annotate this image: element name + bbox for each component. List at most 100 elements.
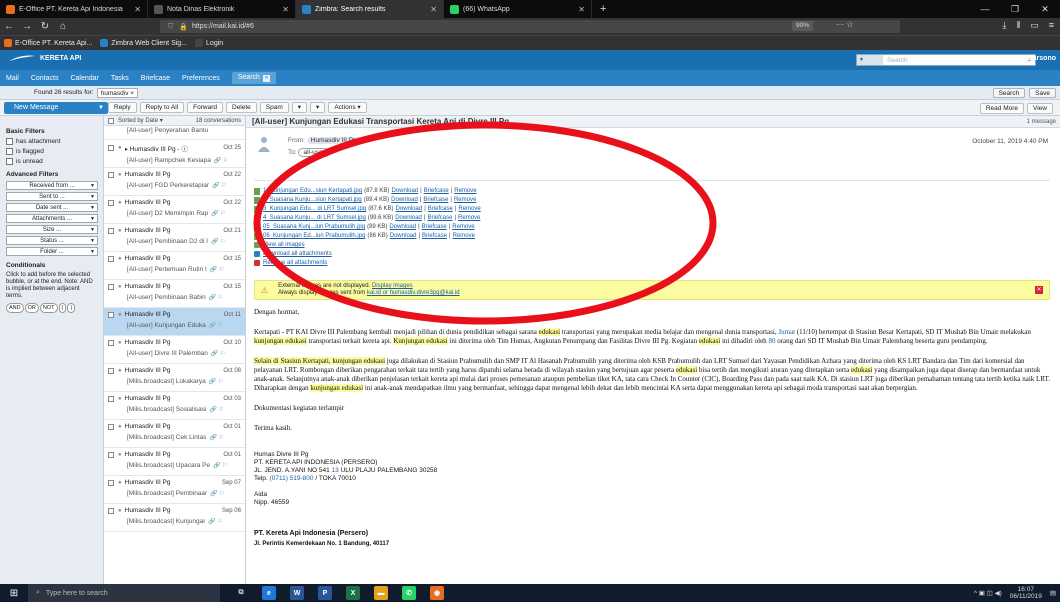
conditional-op-button[interactable]: )	[67, 303, 76, 313]
checkbox[interactable]	[108, 145, 114, 151]
attachment-flag-icon[interactable]: 🔗 ⚐	[209, 406, 224, 413]
toolbar-button[interactable]: ▾	[310, 102, 326, 113]
menu-icon[interactable]: ≡	[1049, 20, 1054, 31]
save-search-button[interactable]: Save	[1029, 87, 1056, 98]
sort-dropdown[interactable]: Sorted by Date ▾	[118, 117, 163, 124]
maximize-icon[interactable]: ❐	[1000, 0, 1030, 18]
search-scope-select[interactable]: ▾	[857, 55, 883, 65]
toolbar-button[interactable]: ▾	[291, 102, 308, 113]
task-view-icon[interactable]: ⧉	[234, 586, 248, 600]
taskbar-search[interactable]: ⌕ Type here to search	[28, 584, 220, 602]
checkbox[interactable]	[108, 423, 114, 430]
select-all-checkbox[interactable]	[108, 117, 114, 124]
zoom-level[interactable]: 90%	[792, 21, 814, 31]
list-item[interactable]: [All-user] Penyerahan Bantu	[104, 126, 245, 140]
list-item[interactable]: ● Humasdiv III Pg Oct 22 [All-user] FGD Per…	[104, 168, 245, 196]
attachment-flag-icon[interactable]: 🔗 ⚐	[208, 518, 223, 525]
search-input[interactable]: Search	[887, 57, 1028, 64]
attachment-flag-icon[interactable]: 🔗 ⚐	[209, 378, 224, 385]
back-icon[interactable]: ←	[0, 21, 18, 32]
attachment-remove-link[interactable]: Remove	[454, 188, 476, 194]
advanced-filter-dropdown[interactable]: Date sent ... ▼	[6, 203, 98, 212]
zimbra-search-box[interactable]: ▾ Search ⌕	[856, 54, 1036, 66]
attachment-flag-icon[interactable]: 🔗 ⚐	[213, 462, 228, 469]
advanced-filter-dropdown[interactable]: Size ... ▼	[6, 225, 98, 234]
checkbox[interactable]	[108, 339, 114, 346]
tab-preferences[interactable]: Preferences	[182, 75, 220, 82]
checkbox[interactable]	[108, 227, 114, 234]
attachment-flag-icon[interactable]: 🔗 ⚐	[209, 322, 224, 329]
attachment-briefcase-link[interactable]: Briefcase	[424, 188, 449, 194]
attachment-name[interactable]: 1_Kunjungan Edu...siun Kertapati.jpg	[263, 188, 362, 194]
taskbar-app-icon[interactable]: e	[262, 586, 276, 600]
attachment-briefcase-link[interactable]: Briefcase	[422, 224, 447, 230]
always-display-link[interactable]: kai.id or humasdiv.divre3pg@kai.id	[367, 290, 460, 296]
list-item[interactable]: ● Humasdiv III Pg Oct 01 [Milis.broadcast] …	[104, 448, 245, 476]
checkbox[interactable]	[108, 395, 114, 402]
tray-icons[interactable]: ^ ▣ ◫ ◀)	[974, 589, 1002, 597]
attachment-remove-link[interactable]: Remove	[458, 206, 480, 212]
conditional-op-button[interactable]: (	[58, 303, 67, 313]
bookmark-item[interactable]: Zimbra Web Client Sig...	[100, 39, 187, 47]
library-icon[interactable]: ⫴	[1016, 20, 1020, 31]
list-item[interactable]: ● ▸ Humasdiv III Pg - ⓘ Oct 25 [All-user] R…	[104, 140, 245, 168]
home-icon[interactable]: ⌂	[54, 21, 72, 32]
windows-start-icon[interactable]: ⊞	[0, 588, 28, 599]
attachment-flag-icon[interactable]: 🔗 ⚐	[211, 210, 226, 217]
attachment-flag-icon[interactable]: 🔗 ⚐	[214, 157, 229, 164]
attachment-flag-icon[interactable]: 🔗 ⚐	[211, 350, 226, 357]
search-button[interactable]: Search	[992, 87, 1026, 98]
download-icon[interactable]: ⤓	[1002, 20, 1006, 31]
attachment-flag-icon[interactable]: 🔗 ⚐	[210, 266, 225, 273]
browser-tab[interactable]: Nota Dinas Elektronik ✕	[148, 0, 296, 18]
page-actions-icon[interactable]: ··· ☆	[836, 20, 853, 29]
list-item[interactable]: ● Humasdiv III Pg Oct 15 [All-user] Pembina…	[104, 280, 245, 308]
checkbox[interactable]	[108, 479, 114, 486]
list-item[interactable]: ● Humasdiv III Pg Sep 07 [Milis.broadcast] …	[104, 476, 245, 504]
attachment-remove-link[interactable]: Remove	[454, 197, 476, 203]
notifications-icon[interactable]: ▤	[1050, 589, 1056, 597]
bookmark-item[interactable]: E-Office PT. Kereta Api...	[4, 39, 92, 47]
to-address[interactable]: all-user	[298, 148, 330, 157]
attachment-download-link[interactable]: Download	[391, 188, 418, 194]
user-menu[interactable]: Warsono	[1026, 55, 1056, 62]
display-images-link[interactable]: Display images	[372, 283, 413, 289]
read-more-button[interactable]: Read More	[979, 103, 1025, 114]
attachment-flag-icon[interactable]: 🔗 ⚐	[210, 490, 225, 497]
clock[interactable]: 16:07 06/11/2019	[1010, 586, 1042, 600]
checkbox[interactable]	[6, 138, 13, 145]
toolbar-button[interactable]: Reply to All	[139, 102, 185, 113]
taskbar-app-icon[interactable]: ▬	[374, 586, 388, 600]
conditional-op-button[interactable]: AND	[6, 303, 24, 313]
browser-tab[interactable]: E-Office PT. Kereta Api Indonesia ✕	[0, 0, 148, 18]
close-icon[interactable]: ✕	[282, 5, 289, 14]
attachment-remove-link[interactable]: Remove	[453, 233, 475, 239]
attachment-download-link[interactable]: Download	[395, 215, 422, 221]
tab-search[interactable]: Search ✕	[231, 72, 276, 84]
close-icon[interactable]: ✕	[1035, 286, 1043, 294]
advanced-filter-dropdown[interactable]: Status ... ▼	[6, 236, 98, 245]
filter-checkbox-row[interactable]: is flagged	[6, 148, 97, 155]
new-tab-icon[interactable]: +	[592, 0, 614, 18]
list-item[interactable]: ● Humasdiv III Pg Oct 15 [All-user] Pertemu…	[104, 252, 245, 280]
taskbar-app-icon[interactable]: ✆	[402, 586, 416, 600]
filter-checkbox-row[interactable]: has attachment	[6, 138, 97, 145]
advanced-filter-dropdown[interactable]: Folder ... ▼	[6, 247, 98, 256]
attachment-remove-link[interactable]: Remove	[452, 224, 474, 230]
close-icon[interactable]: ✕	[1030, 0, 1060, 18]
attachment-action-link[interactable]: Download all attachments	[254, 250, 1050, 258]
advanced-filter-dropdown[interactable]: Attachments ... ▼	[6, 214, 98, 223]
from-address[interactable]: Humasdiv III Pg	[306, 137, 361, 144]
advanced-filter-dropdown[interactable]: Received from ... ▼	[6, 181, 98, 190]
tab-mail[interactable]: Mail	[6, 75, 19, 82]
conditional-op-button[interactable]: NOT	[39, 303, 58, 313]
minimize-icon[interactable]: —	[970, 0, 1000, 18]
checkbox[interactable]	[108, 255, 114, 262]
list-item[interactable]: ● Humasdiv III Pg Oct 21 [All-user] Pembina…	[104, 224, 245, 252]
tab-contacts[interactable]: Contacts	[31, 75, 59, 82]
attachment-flag-icon[interactable]: 🔗 ⚐	[212, 182, 227, 189]
list-item[interactable]: ● Humasdiv III Pg Oct 11 [All-user] Kunjung…	[104, 308, 245, 336]
attachment-briefcase-link[interactable]: Briefcase	[428, 206, 453, 212]
taskbar-app-icon[interactable]: ◉	[430, 586, 444, 600]
filter-checkbox-row[interactable]: is unread	[6, 158, 97, 165]
